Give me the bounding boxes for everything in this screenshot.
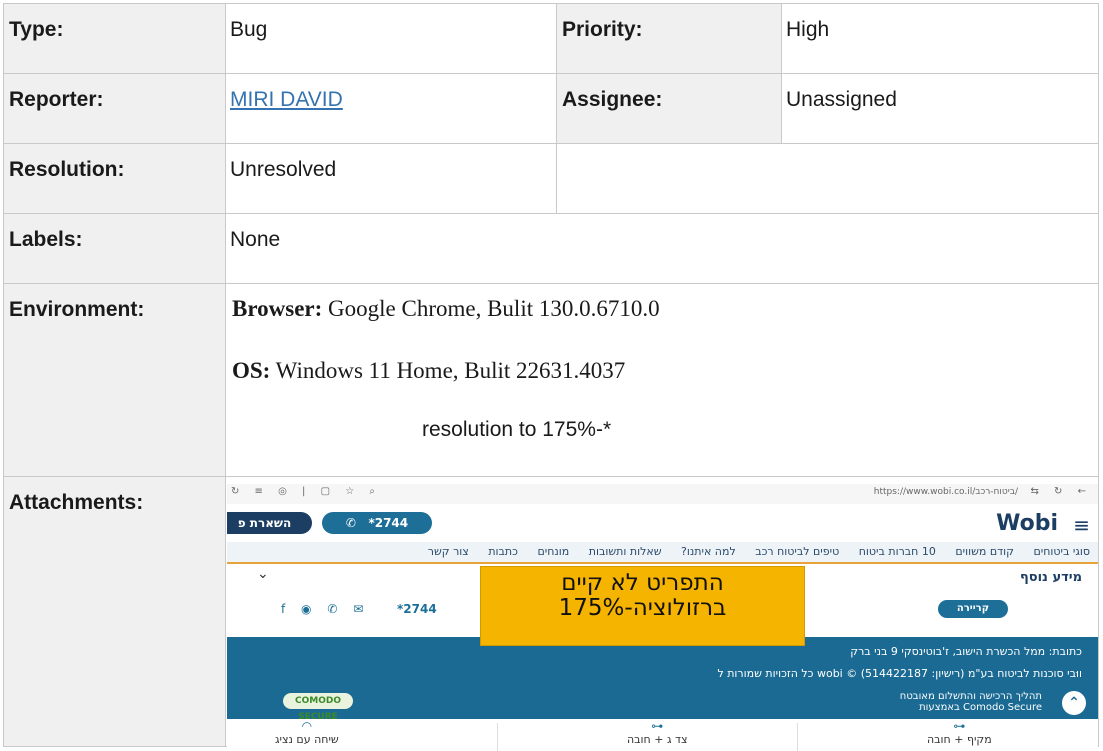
environment-label: Environment:: [3, 283, 226, 477]
empty-cell: [556, 143, 1099, 214]
browser-nav-icons: ⇆ ↻ ←: [1030, 486, 1092, 497]
secure-line-2: באמצעות Comodo Secure: [919, 702, 1042, 713]
browser-tool-icons: ↻ ≡ ◎ | ▢ ☆ ⌕: [231, 486, 381, 497]
nav-item: סוגי ביטוחים: [1033, 545, 1090, 558]
env-browser-key: Browser:: [232, 296, 323, 321]
type-value: Bug: [225, 3, 557, 74]
assignee-value: Unassigned: [781, 73, 1099, 144]
env-os-key: OS:: [232, 358, 271, 383]
bottom-item-third-party: ⊶ צד ג + חובה: [627, 719, 688, 746]
attachments-label: Attachments:: [3, 476, 226, 747]
resolution-label: Resolution:: [3, 143, 226, 214]
phone-number: *2744: [397, 602, 437, 616]
nav-item: 10 חברות ביטוח: [858, 545, 936, 558]
attachment-screenshot[interactable]: ↻ ≡ ◎ | ▢ ☆ ⌕ https://www.wobi.co.il/ביט…: [227, 484, 1098, 751]
comodo-badge: COMODO SECURE: [283, 693, 353, 722]
reporter-label: Reporter:: [3, 73, 226, 144]
bottom-item-label: שיחה עם נציג: [275, 733, 339, 746]
env-os: OS: Windows 11 Home, Bulit 22631.4037: [226, 358, 1098, 384]
browser-toolbar: ↻ ≡ ◎ | ▢ ☆ ⌕ https://www.wobi.co.il/ביט…: [227, 484, 1098, 504]
site-header: השארת פ ✆ *2744 Wobi ≡: [227, 504, 1098, 542]
car-icon: ⊶: [651, 719, 664, 733]
footer-rights: כל הזכויות שמורות ל wobi © ווּבי סוכנות …: [717, 667, 1082, 680]
env-browser-value: Google Chrome, Bulit 130.0.6710.0: [322, 296, 660, 321]
more-info-title: מידע נוסף: [1019, 570, 1082, 585]
contact-icons: f ◉ ✆ ✉: [281, 602, 370, 616]
phone-icon: ✆: [345, 516, 369, 530]
nav-item: כתבות: [488, 545, 518, 558]
hamburger-icon: ≡: [1073, 513, 1090, 537]
environment-value: Browser: Google Chrome, Bulit 130.0.6710…: [225, 283, 1099, 477]
nav-item: מונחים: [537, 545, 570, 558]
priority-value: High: [781, 3, 1099, 74]
car-icon: ⊶: [953, 719, 966, 733]
site-nav: סוגי ביטוחים קודם משווים 10 חברות ביטוח …: [227, 542, 1098, 564]
assignee-label: Assignee:: [556, 73, 782, 144]
env-resolution-note: resolution to 175%-*: [422, 418, 612, 441]
callout-line-2: ברזולוציה-175%: [558, 595, 727, 621]
divider: [497, 723, 498, 751]
wobi-logo: Wobi: [996, 511, 1058, 536]
annotation-callout: התפריט לא קיים ברזולוציה-175%: [480, 566, 805, 646]
career-button: קריירה: [938, 600, 1008, 618]
reporter-cell: MIRI DAVID: [225, 73, 557, 144]
phone-button: ✆ *2744: [322, 512, 432, 534]
browser-url: https://www.wobi.co.il/ביטוח-רכב/: [873, 487, 1018, 497]
footer-secure: תהליך הרכישה והתשלום מאובטח באמצעות Comod…: [900, 691, 1042, 713]
nav-item: קודם משווים: [955, 545, 1014, 558]
footer-address: כתובת: ממל הכשרת הישוב, ז'בוטינסקי 9 בני…: [850, 645, 1082, 658]
bottom-item-label: צד ג + חובה: [627, 733, 688, 746]
priority-label: Priority:: [556, 3, 782, 74]
bottom-item-comprehensive: ⊶ מקיף + חובה: [927, 719, 992, 746]
type-label: Type:: [3, 3, 226, 74]
secure-line-1: תהליך הרכישה והתשלום מאובטח: [899, 691, 1042, 702]
nav-item: למה איתנו?: [681, 545, 736, 558]
callout-line-1: התפריט לא קיים: [561, 570, 724, 596]
site-footer: כתובת: ממל הכשרת הישוב, ז'בוטינסקי 9 בני…: [227, 637, 1098, 722]
env-browser: Browser: Google Chrome, Bulit 130.0.6710…: [226, 296, 1098, 322]
nav-item: צור קשר: [427, 545, 469, 558]
leave-details-button: השארת פ: [227, 512, 312, 534]
env-os-value: Windows 11 Home, Bulit 22631.4037: [270, 358, 626, 383]
bottom-bar: ◠ שיחה עם נציג ⊶ צד ג + חובה ⊶ מקיף + חובה: [227, 719, 1098, 751]
resolution-value: Unresolved: [225, 143, 557, 214]
chevron-down-icon: ⌄: [257, 566, 269, 582]
phone-button-label: *2744: [368, 516, 409, 530]
labels-value: None: [225, 213, 1099, 284]
divider: [797, 723, 798, 751]
headset-icon: ◠: [301, 719, 313, 733]
labels-label: Labels:: [3, 213, 226, 284]
chevron-up-icon: ⌃: [1062, 691, 1086, 715]
reporter-link[interactable]: MIRI DAVID: [230, 88, 343, 111]
bottom-item-label: מקיף + חובה: [927, 733, 992, 746]
nav-item: שאלות ותשובות: [588, 545, 662, 558]
nav-item: טיפים לביטוח רכב: [755, 545, 840, 558]
bottom-item-agent: ◠ שיחה עם נציג: [275, 719, 339, 746]
